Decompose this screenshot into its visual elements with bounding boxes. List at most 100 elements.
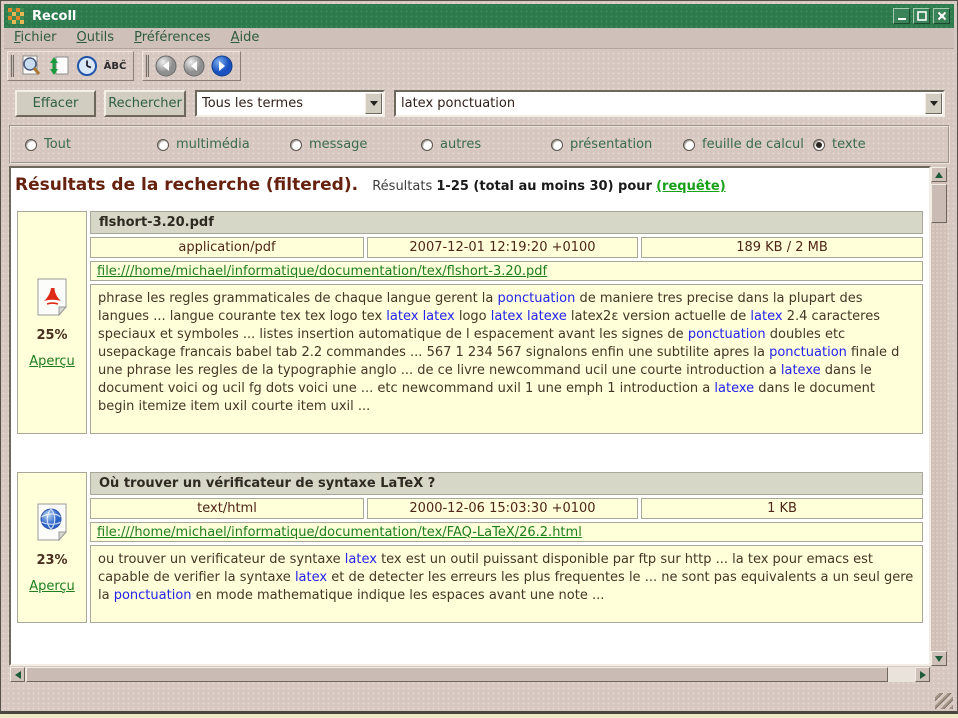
maximize-icon — [917, 11, 927, 21]
results-vertical-scrollbar[interactable] — [931, 167, 947, 666]
result-title: flshort-3.20.pdf — [90, 211, 923, 234]
search-mode-value: Tous les termes — [197, 96, 365, 111]
next-page-button[interactable] — [208, 53, 236, 79]
scroll-right-button[interactable] — [915, 667, 930, 682]
document-magnifier-icon — [19, 54, 43, 78]
titlebar[interactable]: Recoll — [4, 4, 954, 28]
menu-preferences[interactable]: Préférences — [124, 28, 220, 48]
advanced-search-button[interactable] — [17, 53, 45, 79]
filter-multimedia[interactable]: multimédia — [157, 137, 250, 152]
preview-link[interactable]: Aperçu — [29, 354, 75, 369]
result-title: Où trouver un vérificateur de syntaxe La… — [90, 472, 923, 495]
recoll-window: Recoll Fichier Outils Préférences Aide — [0, 0, 958, 714]
search-query-dropdown-button[interactable] — [925, 93, 942, 114]
toolbar-group-pages — [142, 51, 241, 81]
result-size: 1 KB — [641, 498, 923, 519]
window-title: Recoll — [32, 9, 76, 24]
result-2-side-panel: 23% Aperçu — [17, 472, 87, 623]
toolbar-group-tools: ÂBĈ — [7, 51, 134, 81]
sort-parameters-button[interactable] — [45, 53, 73, 79]
category-filter-frame: Tout multimédia message autres présentat… — [9, 125, 950, 164]
scroll-down-button[interactable] — [931, 651, 947, 666]
search-query-combo[interactable] — [394, 90, 945, 117]
results-title: Résultats de la recherche (filtered). — [15, 175, 358, 195]
html-file-icon — [35, 502, 69, 542]
scroll-up-button[interactable] — [931, 167, 947, 182]
radio-message[interactable] — [290, 139, 302, 151]
maximize-button[interactable] — [913, 8, 930, 24]
document-sort-icon — [47, 54, 71, 78]
result-row-2: 23% Aperçu Où trouver un vérificateur de… — [17, 472, 923, 623]
first-page-button[interactable] — [152, 53, 180, 79]
filter-message[interactable]: message — [290, 137, 367, 152]
recoll-app-icon — [8, 8, 24, 24]
arrow-down-icon — [935, 656, 943, 662]
result-snippet: ou trouver un verificateur de syntaxe la… — [90, 545, 923, 623]
preview-link[interactable]: Aperçu — [29, 579, 75, 594]
radio-feuille-de-calcul[interactable] — [683, 139, 695, 151]
radio-texte[interactable] — [813, 139, 825, 151]
search-query-input[interactable] — [396, 96, 925, 111]
vertical-scrollbar-thumb[interactable] — [931, 184, 947, 223]
menubar: Fichier Outils Préférences Aide — [4, 28, 954, 49]
result-mime: text/html — [90, 498, 364, 519]
next-page-icon — [210, 54, 234, 78]
close-icon — [937, 11, 947, 21]
search-mode-dropdown-button[interactable] — [365, 93, 382, 114]
result-1-side-panel: 25% Aperçu — [17, 211, 87, 434]
query-link[interactable]: (requête) — [656, 179, 726, 194]
toolbar-handle[interactable] — [10, 55, 14, 77]
chevron-down-icon — [370, 101, 378, 106]
result-date: 2000-12-06 15:03:30 +0100 — [367, 498, 638, 519]
radio-tout[interactable] — [25, 139, 37, 151]
menu-outils[interactable]: Outils — [67, 28, 125, 48]
clock-icon — [75, 54, 99, 78]
arrow-left-icon — [15, 671, 21, 679]
filter-feuille-de-calcul[interactable]: feuille de calcul — [683, 137, 804, 152]
horizontal-scrollbar-thumb[interactable] — [26, 667, 888, 682]
menu-aide[interactable]: Aide — [221, 28, 270, 48]
radio-autres[interactable] — [421, 139, 433, 151]
result-size: 189 KB / 2 MB — [641, 237, 923, 258]
toolbar: ÂBĈ — [7, 51, 241, 81]
minimize-icon — [897, 11, 907, 21]
results-horizontal-scrollbar[interactable] — [10, 667, 930, 682]
toolbar-handle[interactable] — [145, 55, 149, 77]
filter-texte[interactable]: texte — [813, 137, 866, 152]
document-history-button[interactable] — [73, 53, 101, 79]
result-mime: application/pdf — [90, 237, 364, 258]
close-button[interactable] — [933, 8, 950, 24]
abc-spell-icon: ÂBĈ — [104, 61, 127, 72]
first-page-icon — [154, 54, 178, 78]
result-url-link[interactable]: file:///home/michael/informatique/docume… — [97, 525, 582, 540]
radio-presentation[interactable] — [551, 139, 563, 151]
previous-page-icon — [182, 54, 206, 78]
window-resize-grip[interactable] — [935, 693, 953, 709]
arrow-right-icon — [920, 671, 926, 679]
arrow-up-icon — [935, 172, 943, 178]
scroll-left-button[interactable] — [10, 667, 25, 682]
results-list[interactable]: Résultats de la recherche (filtered). Ré… — [9, 166, 931, 666]
result-row-1: 25% Aperçu flshort-3.20.pdf application/… — [17, 211, 923, 434]
filter-presentation[interactable]: présentation — [551, 137, 652, 152]
results-label: Résultats — [372, 179, 432, 194]
result-url-link[interactable]: file:///home/michael/informatique/docume… — [97, 264, 547, 279]
filter-autres[interactable]: autres — [421, 137, 481, 152]
chevron-down-icon — [930, 101, 938, 106]
relevance-percent: 25% — [36, 328, 67, 343]
pdf-file-icon — [35, 277, 69, 317]
clear-button[interactable]: Effacer — [15, 90, 96, 117]
relevance-percent: 23% — [36, 553, 67, 568]
results-range: 1-25 (total au moins 30) pour — [436, 179, 652, 194]
search-mode-select[interactable]: Tous les termes — [195, 90, 385, 117]
radio-multimedia[interactable] — [157, 139, 169, 151]
menu-fichier[interactable]: Fichier — [4, 28, 67, 48]
filter-tout[interactable]: Tout — [25, 137, 71, 152]
term-explorer-button[interactable]: ÂBĈ — [101, 53, 129, 79]
results-header: Résultats de la recherche (filtered). Ré… — [11, 168, 929, 195]
previous-page-button[interactable] — [180, 53, 208, 79]
result-date: 2007-12-01 12:19:20 +0100 — [367, 237, 638, 258]
minimize-button[interactable] — [893, 8, 910, 24]
result-snippet: phrase les regles grammaticales de chaqu… — [90, 284, 923, 434]
search-button[interactable]: Rechercher — [104, 90, 186, 117]
